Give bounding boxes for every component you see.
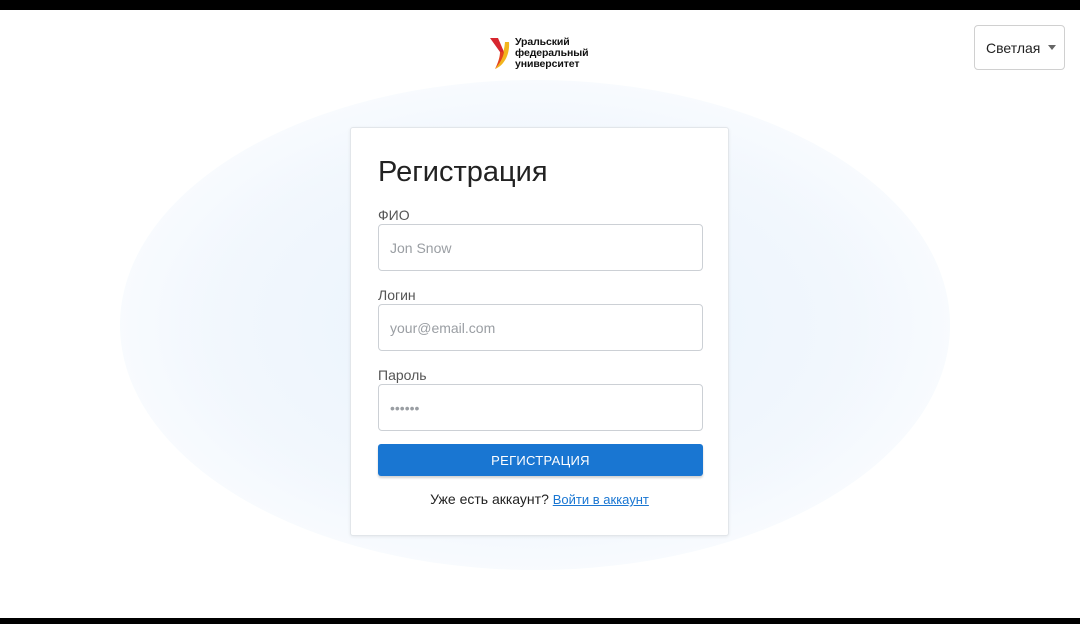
logo-line-3: университет — [515, 58, 580, 70]
theme-select[interactable]: Светлая — [974, 25, 1065, 70]
registration-card: Регистрация ФИО Логин Пароль РЕГИСТРАЦИЯ… — [350, 127, 729, 536]
top-border — [0, 0, 1080, 10]
chevron-down-icon — [1048, 45, 1057, 50]
login-prompt-text: Уже есть аккаунт? — [430, 491, 549, 507]
login-input[interactable] — [378, 304, 703, 351]
password-label: Пароль — [378, 367, 427, 383]
full-name-label: ФИО — [378, 207, 410, 223]
password-input[interactable] — [378, 384, 703, 431]
logo-text: Уральский федеральный университет — [515, 37, 589, 70]
login-link[interactable]: Войти в аккаунт — [553, 492, 649, 507]
full-name-input[interactable] — [378, 224, 703, 271]
theme-select-value: Светлая — [986, 39, 1041, 56]
urfu-emblem-icon — [490, 38, 510, 69]
login-label: Логин — [378, 287, 416, 303]
page-title: Регистрация — [378, 156, 548, 188]
bottom-border — [0, 618, 1080, 624]
login-prompt: Уже есть аккаунт? Войти в аккаунт — [351, 491, 728, 507]
register-button[interactable]: РЕГИСТРАЦИЯ — [378, 444, 703, 476]
university-logo: Уральский федеральный университет — [489, 36, 589, 70]
